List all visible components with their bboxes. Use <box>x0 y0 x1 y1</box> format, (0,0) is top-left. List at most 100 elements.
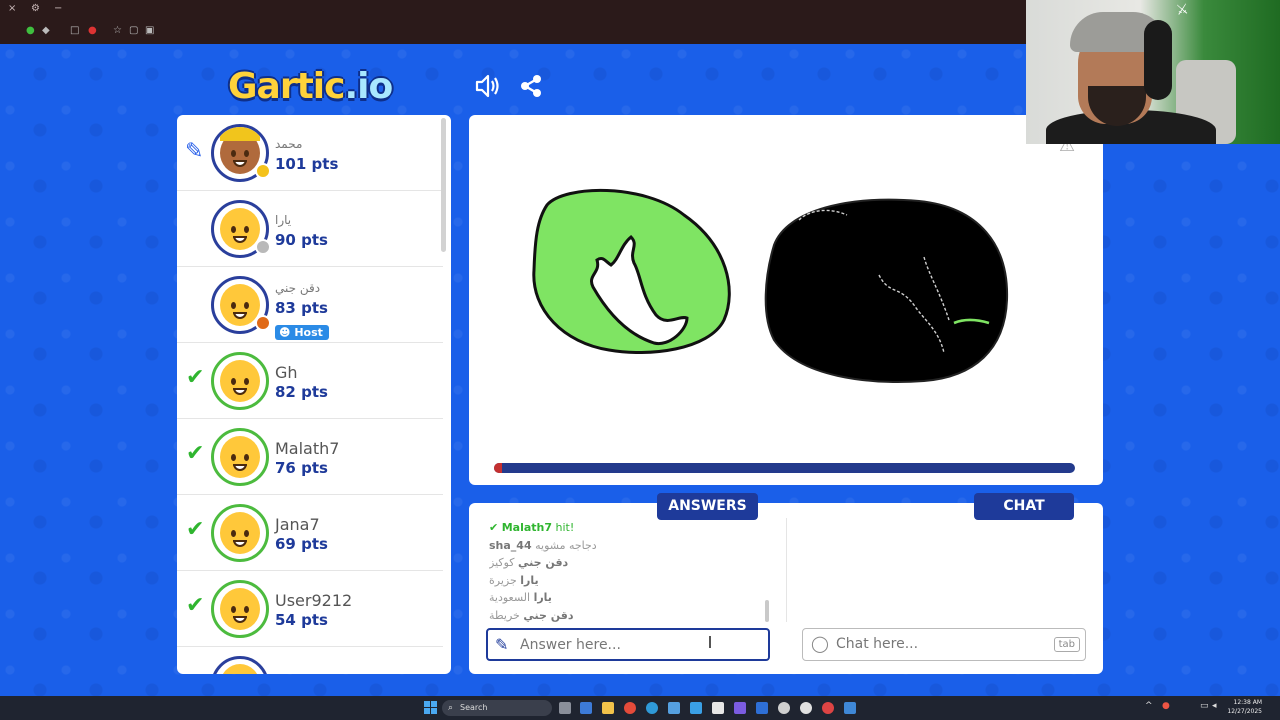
player-points: 101 pts <box>275 155 339 173</box>
task-view-icon[interactable] <box>559 702 571 714</box>
player-name: يارا <box>275 213 292 227</box>
player-row[interactable]: ✔ Gh 82 pts <box>177 343 443 419</box>
list-item: دقن جني كوكيز <box>489 556 569 569</box>
players-scrollbar[interactable] <box>441 118 446 252</box>
player-points: 76 pts <box>275 459 328 477</box>
speaker-icon-svg <box>475 74 499 98</box>
pencil-icon: ✎ <box>185 139 204 164</box>
players-list: ✎ محمد 101 pts يارا 90 pts دقن جني 83 pt… <box>177 115 451 674</box>
file-explorer-icon[interactable] <box>602 702 614 714</box>
tray-chevron-icon[interactable]: ^ <box>1145 701 1153 711</box>
answer-field-container: ✎ <box>486 628 770 661</box>
tab-answers[interactable]: ANSWERS <box>657 493 758 520</box>
check-icon: ✔ <box>186 365 205 390</box>
tab-shortcut-badge: tab <box>1053 637 1080 652</box>
record-icon[interactable]: ● <box>88 25 97 36</box>
app-icon[interactable] <box>690 702 702 714</box>
windows-start-icon[interactable] <box>424 701 437 714</box>
player-name: User9212 <box>275 591 353 610</box>
player-name: Gh <box>275 363 298 382</box>
check-icon: ✔ <box>186 441 205 466</box>
player-points: 82 pts <box>275 383 328 401</box>
browser-toolbar: ● ◆ □ ● ☆ ▢ ▣ <box>0 22 1030 42</box>
host-badge: ☻ Host <box>275 325 329 340</box>
player-points: 90 pts <box>275 231 328 249</box>
app-icon[interactable] <box>580 702 592 714</box>
timer-bar <box>494 463 1075 473</box>
obs-icon[interactable] <box>800 702 812 714</box>
edge-icon[interactable] <box>646 702 658 714</box>
check-icon: ✔ <box>489 521 502 534</box>
player-name: Jana7 <box>275 515 320 534</box>
player-name: دقن جني <box>275 281 321 295</box>
list-item: ✔ Malath7 hit! <box>489 521 575 534</box>
share-icon[interactable] <box>516 73 546 101</box>
screenshot-icon[interactable]: ▢ <box>129 25 138 36</box>
share-icon-svg <box>521 75 541 97</box>
webcam-overlay: ⚔ <box>1026 0 1280 144</box>
app-icon[interactable] <box>778 702 790 714</box>
network-icon[interactable]: ▭ <box>1200 701 1209 711</box>
text-cursor <box>709 636 711 648</box>
list-item: sha_44 دجاجه مشويه <box>489 538 597 552</box>
settings-icon[interactable]: ⚙ <box>31 3 40 14</box>
black-blob-drawing <box>764 198 1009 383</box>
avatar <box>211 504 269 562</box>
player-points: 83 pts <box>275 299 328 317</box>
check-icon: ✔ <box>186 593 205 618</box>
avatar <box>211 580 269 638</box>
microphone-icon[interactable]: ● <box>1162 701 1170 711</box>
app-icon[interactable] <box>822 702 834 714</box>
steam-icon[interactable] <box>844 702 856 714</box>
extension-shield-icon[interactable]: ● <box>26 25 35 36</box>
gartic-logo: Gartic.io <box>228 66 393 107</box>
chrome-icon[interactable] <box>624 702 636 714</box>
avatar <box>211 428 269 486</box>
drawing-canvas[interactable]: ⚠ <box>469 115 1103 485</box>
status-dot <box>255 239 271 255</box>
flag-emblem-icon: ⚔ <box>1174 1 1190 19</box>
player-row[interactable]: ✔ User9212 54 pts <box>177 571 443 647</box>
player-points: 54 pts <box>275 611 328 629</box>
minimize-icon[interactable]: − <box>54 3 62 14</box>
sidebar-icon[interactable]: ▣ <box>145 25 154 36</box>
player-row-partial[interactable] <box>177 647 443 674</box>
speaker-icon[interactable] <box>473 73 503 101</box>
avatar <box>211 352 269 410</box>
extensions-puzzle-icon[interactable]: □ <box>70 25 79 36</box>
smiley-icon: ☻ <box>279 326 291 339</box>
taskbar: ⌕ Search ^ ● ▭ ◂ 12:38 AM 12/27/2025 <box>0 696 1280 720</box>
pencil-icon: ✎ <box>495 635 509 654</box>
app-icon[interactable] <box>712 702 724 714</box>
taskbar-clock[interactable]: 12:38 AM 12/27/2025 <box>1226 698 1262 716</box>
player-row[interactable]: يارا 90 pts <box>177 191 443 267</box>
discord-icon[interactable] <box>734 702 746 714</box>
timer-elapsed <box>494 463 502 473</box>
store-icon[interactable] <box>668 702 680 714</box>
player-name: Malath7 <box>275 439 340 458</box>
extension-icon[interactable]: ◆ <box>42 25 50 36</box>
chat-bubble-icon: ◯ <box>811 634 829 653</box>
tab-chat[interactable]: CHAT <box>974 493 1074 520</box>
search-icon: ⌕ <box>448 703 454 713</box>
bookmark-star-icon[interactable]: ☆ <box>113 25 122 36</box>
taskbar-search[interactable]: ⌕ Search <box>442 700 552 716</box>
avatar <box>211 656 269 674</box>
status-dot <box>255 315 271 331</box>
player-row[interactable]: ✔ Jana7 69 pts <box>177 495 443 571</box>
volume-icon[interactable]: ◂ <box>1212 701 1217 711</box>
player-row[interactable]: دقن جني 83 pts ☻ Host <box>177 267 443 343</box>
answer-input[interactable] <box>520 634 760 656</box>
player-points: 69 pts <box>275 535 328 553</box>
player-row[interactable]: ✔ Malath7 76 pts <box>177 419 443 495</box>
check-icon: ✔ <box>186 517 205 542</box>
answers-scrollbar[interactable] <box>765 600 769 622</box>
close-window-icon[interactable]: × <box>8 3 16 14</box>
drawing-svg <box>532 188 1009 383</box>
list-item: يارا جزيرة <box>489 573 539 587</box>
player-row[interactable]: ✎ محمد 101 pts <box>177 115 443 191</box>
chat-input[interactable] <box>836 633 1046 655</box>
list-item: دقن جني خريطة <box>489 608 574 622</box>
status-dot <box>255 163 271 179</box>
app-icon[interactable] <box>756 702 768 714</box>
